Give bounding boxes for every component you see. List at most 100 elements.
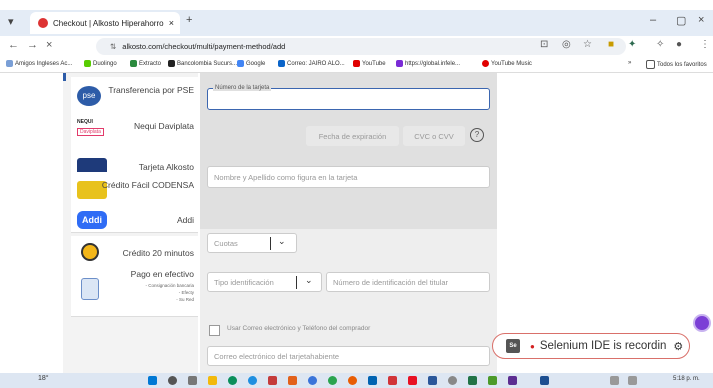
tab-title: Checkout | Alkosto Hiperahorro <box>53 18 164 28</box>
app-icon[interactable] <box>288 376 297 385</box>
payment-method-label: Pago en efectivo <box>130 269 194 279</box>
app-icon[interactable] <box>508 376 517 385</box>
profile-avatar-icon[interactable]: ● <box>676 39 682 50</box>
bookmark-item[interactable]: Bancolombia Sucurs... <box>168 60 237 67</box>
forward-button[interactable]: → <box>27 39 38 51</box>
bookmark-item[interactable]: Duolingo <box>84 60 117 67</box>
payment-method-pse[interactable]: pse Transferencia por PSE <box>71 77 198 114</box>
tab-close-icon[interactable]: × <box>169 18 174 28</box>
cvc-help-icon[interactable]: ? <box>470 128 484 142</box>
app-icon[interactable] <box>388 376 397 385</box>
browser-menu-icon[interactable]: ⋮ <box>700 39 710 50</box>
selenium-recording-banner[interactable]: Se ● Selenium IDE is recordin ⚙ <box>492 333 690 359</box>
stop-reload-button[interactable]: × <box>46 39 52 51</box>
bookmark-item[interactable]: Amigos Ingleses Ac... <box>6 60 72 67</box>
app-icon[interactable] <box>308 376 317 385</box>
cvc-input[interactable]: CVC o CVV <box>403 126 465 146</box>
app-icon[interactable] <box>328 376 337 385</box>
email-input[interactable]: Correo electrónico del tarjetahabiente <box>207 346 490 366</box>
extension-icon[interactable]: ■ <box>608 39 614 50</box>
page-right-margin <box>497 73 713 373</box>
translate-icon[interactable]: ◎ <box>562 39 571 50</box>
payment-method-label: Crédito 20 minutos <box>122 248 194 258</box>
pse-logo-icon: pse <box>77 86 101 106</box>
tray-icon[interactable] <box>610 376 619 385</box>
new-tab-button[interactable]: + <box>186 14 192 26</box>
bookmark-item[interactable]: https://global.infele... <box>396 60 460 67</box>
outlook-icon <box>278 60 285 67</box>
network-icon[interactable] <box>628 376 637 385</box>
payment-method-addi[interactable]: Addi Addi <box>71 208 198 233</box>
payment-method-label: Addi <box>176 215 194 225</box>
check-icon <box>130 60 137 67</box>
search-icon[interactable] <box>168 376 177 385</box>
cardholder-name-input[interactable]: Nombre y Apellido como figura en la tarj… <box>207 166 490 188</box>
bookmark-item[interactable]: YouTube <box>353 60 386 67</box>
extension-icon-2[interactable]: ✦ <box>628 39 636 50</box>
payment-method-nequi[interactable]: NEQUI Daviplata Nequi Daviplata <box>71 113 198 150</box>
youtube-icon <box>353 60 360 67</box>
weather-widget[interactable]: 18° <box>38 375 49 382</box>
url-text: alkosto.com/checkout/multi/payment-metho… <box>122 42 286 51</box>
minimize-button[interactable]: – <box>650 14 656 26</box>
bookmark-icon <box>6 60 13 67</box>
file-explorer-icon[interactable] <box>208 376 217 385</box>
google-icon <box>237 60 244 67</box>
gear-icon[interactable]: ⚙ <box>673 340 683 353</box>
addi-logo-icon: Addi <box>77 211 107 229</box>
chevron-down-icon: ⌄ <box>278 236 286 246</box>
credito-logo-icon <box>81 243 99 261</box>
payment-method-label: Tarjeta Alkosto <box>138 162 194 172</box>
back-button[interactable]: ← <box>8 39 19 51</box>
expiry-input[interactable]: Fecha de expiración <box>306 126 399 146</box>
bookmark-item[interactable]: Extracto <box>130 60 161 67</box>
nequi-logo-icon: NEQUI <box>77 119 93 125</box>
page-left-margin <box>0 73 63 373</box>
youtube-music-icon <box>482 60 489 67</box>
payment-method-codensa[interactable]: Crédito Fácil CODENSA <box>71 172 198 209</box>
payment-method-efectivo[interactable]: Pago en efectivo - Consignación bancaria… <box>71 266 198 317</box>
close-window-button[interactable]: × <box>698 14 704 26</box>
app-icon[interactable] <box>448 376 457 385</box>
bancolombia-icon <box>168 60 175 67</box>
use-contact-label: Usar Correo electrónico y Teléfono del c… <box>227 325 371 332</box>
chrome-icon[interactable] <box>248 376 257 385</box>
all-bookmarks-button[interactable]: Todos los favoritos <box>646 60 707 69</box>
extensions-puzzle-icon[interactable]: ✧ <box>656 39 664 50</box>
panel-accent <box>63 73 66 81</box>
maximize-button[interactable]: ▢ <box>676 14 686 27</box>
site-info-icon[interactable]: ⇅ <box>110 42 116 51</box>
installments-select[interactable]: Cuotas ⌄ <box>207 233 297 253</box>
bookmark-item[interactable]: YouTube Music <box>482 60 532 67</box>
card-number-label: Número de la tarjeta <box>213 85 272 91</box>
id-type-select[interactable]: Tipo identificación ⌄ <box>207 272 322 292</box>
app-icon[interactable] <box>268 376 277 385</box>
recording-dot-icon: ● <box>530 341 535 351</box>
id-number-input[interactable]: Número de identificación del titular <box>326 272 490 292</box>
app-icon[interactable] <box>368 376 377 385</box>
app-icon[interactable] <box>540 376 549 385</box>
browser-tab[interactable]: Checkout | Alkosto Hiperahorro × <box>30 12 180 34</box>
chat-widget-icon[interactable] <box>693 314 711 332</box>
bookmark-star-icon[interactable]: ☆ <box>583 39 592 50</box>
edge-icon[interactable] <box>228 376 237 385</box>
start-icon[interactable] <box>148 376 157 385</box>
app-icon[interactable] <box>468 376 477 385</box>
tab-menu-icon[interactable]: ▾ <box>8 15 14 28</box>
bookmark-item[interactable]: Correo: JAIRO ALO... <box>278 60 345 67</box>
app-icon[interactable] <box>488 376 497 385</box>
bookmarks-more-button[interactable]: » <box>628 60 631 66</box>
app-icon[interactable] <box>428 376 437 385</box>
card-number-input[interactable] <box>207 88 490 110</box>
cash-logo-icon <box>81 278 99 300</box>
duolingo-icon <box>84 60 91 67</box>
install-app-icon[interactable]: ⊡ <box>540 39 548 50</box>
cash-options: - Consignación bancaria - Efecty - Su Re… <box>145 283 194 302</box>
use-contact-checkbox[interactable] <box>209 325 220 336</box>
alkosto-favicon-icon <box>38 18 48 28</box>
task-view-icon[interactable] <box>188 376 197 385</box>
app-icon[interactable] <box>348 376 357 385</box>
clock[interactable]: 5:18 p. m. <box>673 376 700 382</box>
bookmark-item[interactable]: Google <box>237 60 265 67</box>
app-icon[interactable] <box>408 376 417 385</box>
